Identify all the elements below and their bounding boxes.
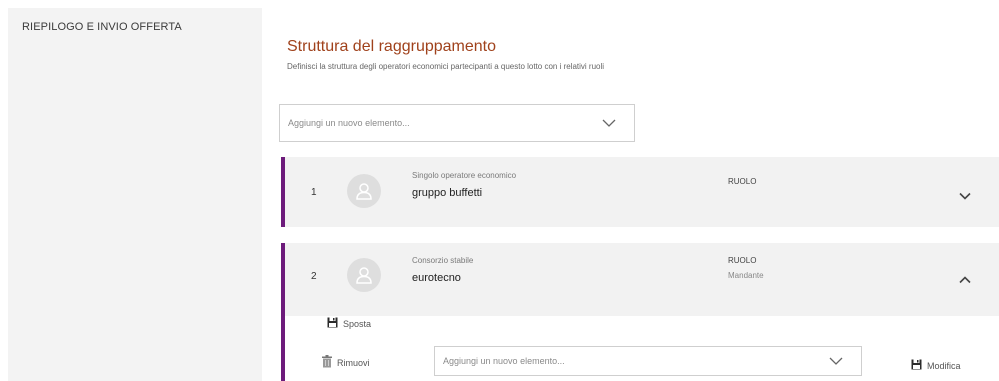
member-name: gruppo buffetti [412, 187, 483, 199]
member-index: 1 [311, 187, 317, 198]
sub-element-placeholder: Aggiungi un nuovo elemento... [443, 356, 565, 366]
chevron-down-icon [829, 352, 843, 370]
move-button[interactable]: Sposta [327, 317, 371, 330]
move-button-label: Sposta [343, 318, 372, 329]
page: RIEPILOGO E INVIO OFFERTA Struttura del … [0, 0, 999, 381]
sub-element-select[interactable]: Aggiungi un nuovo elemento... [434, 346, 862, 376]
user-avatar-icon [347, 258, 381, 292]
edit-button-label: Modifica [927, 360, 961, 371]
chevron-down-icon [602, 114, 616, 132]
member-role-label: RUOLO [728, 256, 757, 265]
remove-button[interactable]: Rimuovi [322, 355, 370, 370]
edit-button[interactable]: Modifica [911, 359, 961, 372]
trash-icon [322, 355, 332, 370]
remove-button-label: Rimuovi [337, 357, 370, 368]
member-type: Consorzio stabile [412, 256, 474, 265]
floppy-disk-icon [327, 317, 338, 330]
sidebar: RIEPILOGO E INVIO OFFERTA [8, 8, 262, 381]
member-card-2-expanded-border [281, 316, 285, 381]
member-name: eurotecno [412, 272, 461, 284]
add-element-placeholder: Aggiungi un nuovo elemento... [288, 118, 410, 128]
chevron-down-icon[interactable] [959, 187, 971, 205]
user-avatar-icon [347, 174, 381, 208]
floppy-disk-icon [911, 359, 922, 372]
add-element-select[interactable]: Aggiungi un nuovo elemento... [279, 104, 635, 142]
member-role-label: RUOLO [728, 177, 757, 186]
chevron-up-icon[interactable] [959, 271, 971, 289]
member-index: 2 [311, 271, 317, 282]
member-card-2: 2 Consorzio stabile eurotecno RUOLO Mand… [281, 243, 999, 316]
member-role-value: Mandante [728, 271, 764, 280]
sidebar-item-riepilogo[interactable]: RIEPILOGO E INVIO OFFERTA [22, 21, 182, 33]
member-card-1: 1 Singolo operatore economico gruppo buf… [281, 157, 999, 227]
section-title: Struttura del raggruppamento [287, 38, 497, 55]
member-type: Singolo operatore economico [412, 171, 517, 180]
section-subtitle: Definisci la struttura degli operatori e… [287, 62, 605, 71]
